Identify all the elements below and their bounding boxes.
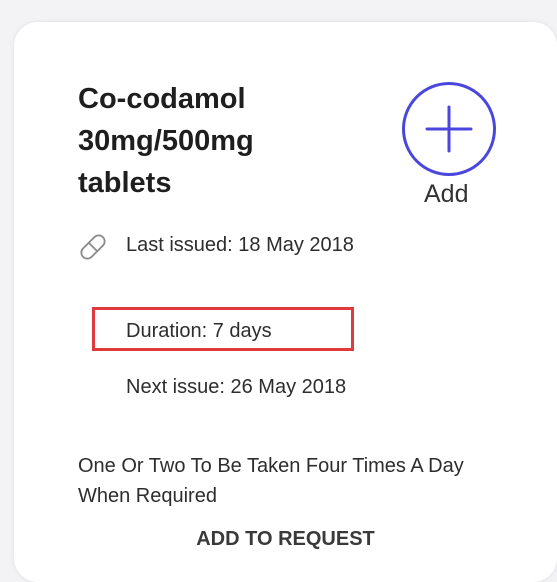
duration-text: Duration: 7 days (126, 320, 272, 342)
medication-title: Co-codamol 30mg/500mg tablets (78, 83, 254, 199)
plus-circle-icon (425, 105, 473, 153)
next-issue-text: Next issue: 26 May 2018 (126, 376, 347, 398)
add-label[interactable]: Add (424, 180, 468, 209)
dosage-instructions: One Or Two To Be Taken Four Times A Day … (78, 455, 464, 507)
prescription-card: Co-codamol 30mg/500mg tablets Add Last i… (14, 22, 557, 582)
add-button[interactable] (402, 82, 496, 176)
add-to-request-button[interactable]: ADD TO REQUEST (14, 528, 557, 551)
last-issued-text: Last issued: 18 May 2018 (126, 234, 354, 256)
pill-icon (80, 234, 106, 260)
